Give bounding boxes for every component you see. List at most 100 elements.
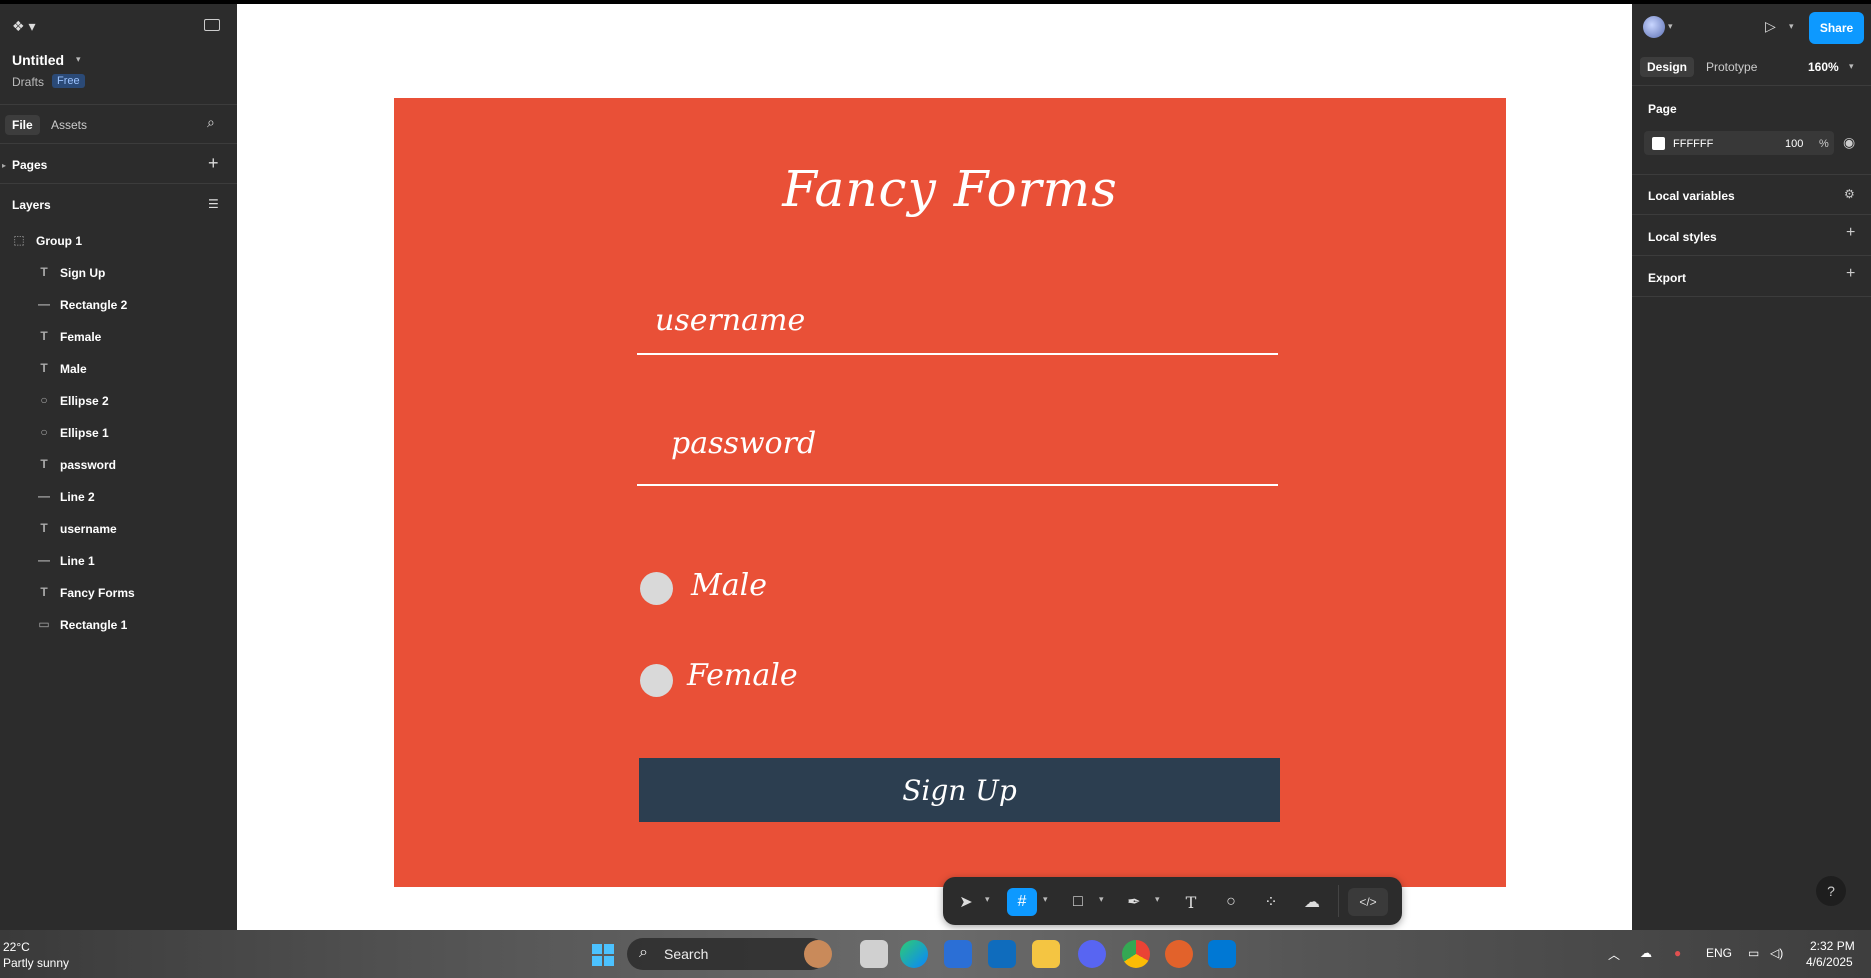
text-tool-icon[interactable]: T [1176, 888, 1206, 916]
onedrive-icon[interactable]: ☁ [1640, 946, 1652, 960]
chevron-down-icon[interactable]: ▾ [985, 894, 990, 905]
layer-row[interactable]: ○ Ellipse 1 [0, 418, 237, 446]
text-icon: T [40, 361, 48, 375]
play-chevron-icon[interactable]: ▾ [1789, 21, 1794, 32]
microphone-icon[interactable]: ● [1674, 946, 1681, 960]
add-export-icon[interactable]: + [1846, 265, 1855, 283]
layer-row[interactable]: — Rectangle 2 [0, 290, 237, 318]
layer-row[interactable]: ⬚ Group 1 [0, 226, 237, 254]
design-frame[interactable]: Fancy Forms username password Male Femal… [394, 98, 1506, 887]
password-placeholder[interactable]: password [671, 426, 816, 461]
export-label[interactable]: Export [1648, 271, 1686, 285]
layer-row[interactable]: T Female [0, 322, 237, 350]
file-title[interactable]: Untitled [12, 52, 64, 68]
tab-file[interactable]: File [5, 115, 40, 135]
discord-icon[interactable] [1078, 940, 1106, 968]
chevron-down-icon[interactable]: ▾ [1099, 894, 1104, 905]
avatar-chevron-icon[interactable]: ▾ [1668, 21, 1673, 32]
zoom-chevron-icon[interactable]: ▾ [1849, 61, 1854, 72]
layer-row[interactable]: T Male [0, 354, 237, 382]
file-title-chevron-icon[interactable]: ▾ [76, 54, 81, 65]
task-view-icon[interactable] [860, 940, 888, 968]
edge-icon[interactable] [900, 940, 928, 968]
username-line[interactable] [637, 353, 1278, 355]
file-location[interactable]: Drafts [12, 75, 44, 89]
zoom-level[interactable]: 160% [1808, 60, 1839, 74]
weather-condition[interactable]: Partly sunny [3, 956, 69, 970]
comment-tool-icon[interactable]: ○ [1216, 888, 1246, 916]
taskbar-search[interactable]: ⌕ Search [627, 938, 827, 970]
radio-male[interactable] [640, 572, 673, 605]
username-placeholder[interactable]: username [655, 303, 805, 338]
option-female-label[interactable]: Female [687, 658, 798, 693]
figma-app-icon[interactable] [1165, 940, 1193, 968]
pen-tool-icon[interactable]: ✒ [1119, 888, 1149, 916]
chrome-icon[interactable] [1122, 940, 1150, 968]
outlook-icon[interactable] [988, 940, 1016, 968]
clock-date[interactable]: 4/6/2025 [1806, 955, 1853, 969]
network-icon[interactable]: ▭ [1748, 946, 1759, 960]
frame-tool-icon[interactable]: # [1007, 888, 1037, 916]
page-section-label: Page [1648, 102, 1677, 116]
layer-row[interactable]: ▭ Rectangle 1 [0, 610, 237, 638]
vscode-icon[interactable] [1208, 940, 1236, 968]
radio-female[interactable] [640, 664, 673, 697]
chevron-down-icon[interactable]: ▾ [1043, 894, 1048, 905]
layer-label: Fancy Forms [60, 586, 135, 600]
canvas[interactable]: Fancy Forms username password Male Femal… [237, 4, 1632, 930]
page-opacity-value[interactable]: 100 [1785, 138, 1803, 150]
tray-chevron-icon[interactable]: ︿ [1608, 946, 1620, 963]
text-icon: T [40, 585, 48, 599]
avatar[interactable] [1643, 16, 1665, 38]
news-widget-icon[interactable] [804, 940, 832, 968]
tab-design[interactable]: Design [1640, 57, 1695, 77]
share-button[interactable]: Share [1809, 12, 1864, 44]
page-color-swatch[interactable] [1652, 137, 1665, 150]
tab-prototype[interactable]: Prototype [1699, 57, 1764, 77]
layer-row[interactable]: T Sign Up [0, 258, 237, 286]
volume-icon[interactable]: ◁) [1770, 946, 1783, 960]
layer-row[interactable]: ○ Ellipse 2 [0, 386, 237, 414]
ai-tool-icon[interactable]: ☁ [1297, 888, 1327, 916]
ellipse-icon: ○ [40, 393, 48, 407]
layers-list-icon[interactable]: ☰ [208, 197, 219, 211]
file-explorer-icon[interactable] [1032, 940, 1060, 968]
language-indicator[interactable]: ENG [1706, 946, 1732, 960]
layer-label: Male [60, 362, 87, 376]
weather-temp[interactable]: 22°C [3, 940, 30, 954]
chevron-down-icon[interactable]: ▾ [1155, 894, 1160, 905]
variables-icon[interactable]: ⚙ [1844, 187, 1855, 201]
layer-row[interactable]: T username [0, 514, 237, 542]
local-styles-label[interactable]: Local styles [1648, 230, 1717, 244]
form-title[interactable]: Fancy Forms [394, 160, 1506, 218]
tab-assets[interactable]: Assets [44, 115, 94, 135]
layer-row[interactable]: — Line 2 [0, 482, 237, 510]
move-tool-icon[interactable]: ➤ [951, 888, 981, 916]
store-icon[interactable] [944, 940, 972, 968]
layer-row[interactable]: — Line 1 [0, 546, 237, 574]
clock-time[interactable]: 2:32 PM [1810, 939, 1855, 953]
local-variables-label[interactable]: Local variables [1648, 189, 1735, 203]
layers-header: Layers [12, 198, 51, 212]
figma-menu-icon[interactable]: ❖ ▾ [12, 18, 35, 35]
layer-row[interactable]: T Fancy Forms [0, 578, 237, 606]
help-button[interactable]: ? [1816, 876, 1846, 906]
page-color-value[interactable]: FFFFFF [1673, 138, 1713, 150]
signup-button[interactable]: Sign Up [639, 758, 1280, 822]
search-icon[interactable]: ⌕ [207, 114, 215, 131]
dev-mode-icon[interactable]: </> [1348, 888, 1388, 916]
play-icon[interactable]: ▷ [1765, 18, 1776, 35]
rectangle-tool-icon[interactable]: □ [1063, 888, 1093, 916]
pages-chevron-icon[interactable]: ▸ [2, 161, 6, 170]
page-opacity-unit: % [1819, 138, 1829, 150]
sidebar-toggle-icon[interactable] [204, 19, 220, 31]
windows-start-icon[interactable] [592, 944, 614, 966]
eye-icon[interactable]: ◉ [1843, 134, 1855, 151]
components-tool-icon[interactable]: ⁘ [1256, 888, 1286, 916]
password-line[interactable] [637, 484, 1278, 486]
layer-row[interactable]: T password [0, 450, 237, 478]
add-page-icon[interactable]: + [208, 153, 219, 174]
pages-header[interactable]: Pages [12, 158, 47, 172]
add-style-icon[interactable]: + [1846, 224, 1855, 242]
option-male-label[interactable]: Male [691, 568, 767, 603]
